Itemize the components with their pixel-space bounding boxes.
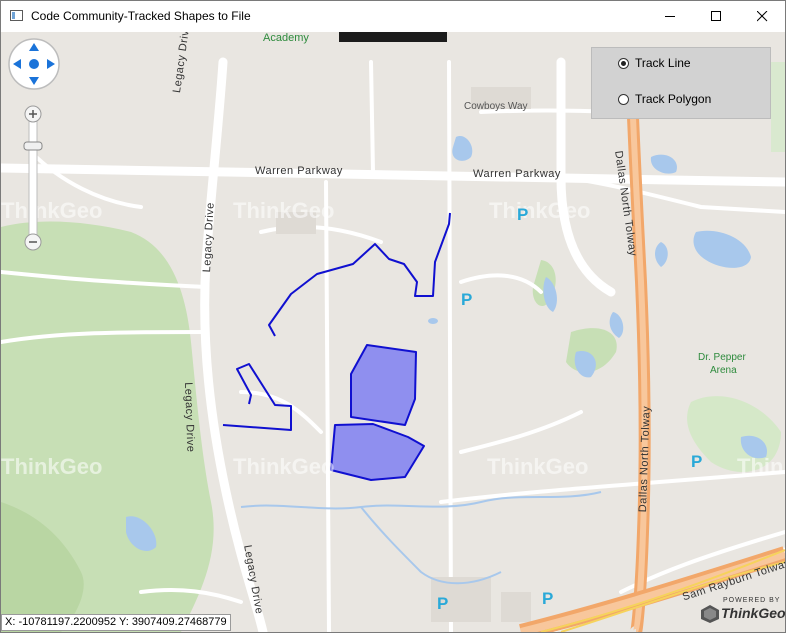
watermark: ThinkGeo [233, 454, 335, 479]
minimize-button[interactable] [647, 1, 693, 31]
coordinates-readout: X: -10781197.2200952 Y: 3907409.27468779 [1, 614, 231, 631]
maximize-button[interactable] [693, 1, 739, 31]
road-label: Cowboys Way [464, 101, 528, 112]
place-label: Dr. Pepper [698, 352, 746, 363]
road-label: Legacy Drive [182, 382, 197, 453]
map-view[interactable]: ThinkGeo ThinkGeo ThinkGeo ThinkGeo Thin… [1, 32, 785, 632]
powered-by-text: POWERED BY [723, 597, 781, 604]
app-icon [10, 10, 23, 21]
watermark: ThinkGeo [489, 198, 591, 223]
place-label: Academy [263, 32, 309, 44]
minimize-icon [665, 16, 675, 17]
tracked-polygons [330, 344, 425, 481]
close-icon [757, 11, 768, 22]
zoom-slider-thumb[interactable] [23, 141, 43, 151]
pan-control[interactable] [7, 37, 61, 91]
track-line-label: Track Line [635, 56, 691, 70]
brand-text: ThinkGeo [721, 605, 785, 621]
radio-unchecked-icon[interactable] [618, 93, 629, 105]
zoom-control[interactable] [21, 104, 45, 256]
map-base-layer [1, 57, 785, 632]
window-title: Code Community-Tracked Shapes to File [31, 9, 251, 23]
thinkgeo-logo-icon [701, 605, 719, 623]
road-label: Warren Parkway [255, 165, 343, 177]
watermark: ThinkGeo [1, 454, 103, 479]
thinkgeo-logo: POWERED BY ThinkGeo [701, 597, 785, 627]
maximize-icon [711, 11, 721, 21]
close-button[interactable] [739, 1, 785, 31]
road-label: Warren Parkway [473, 168, 561, 180]
radio-checked-icon[interactable] [618, 57, 629, 69]
pan-center-icon[interactable] [29, 59, 39, 69]
track-polygon-label: Track Polygon [635, 92, 712, 106]
parking-icon: P [691, 452, 703, 471]
watermark: ThinkGeo [487, 454, 589, 479]
watermark: ThinkGeo [737, 454, 785, 479]
parking-icon: P [542, 589, 554, 608]
parking-icon: P [517, 205, 529, 224]
place-label: Arena [710, 365, 737, 376]
watermark: ThinkGeo [233, 198, 335, 223]
map-top-handle[interactable] [339, 32, 447, 42]
track-mode-panel: Track Line Track Polygon [591, 47, 771, 119]
app-window: Code Community-Tracked Shapes to File Th… [0, 0, 786, 633]
parking-icon: P [461, 290, 473, 309]
watermark: ThinkGeo [1, 198, 103, 223]
track-polygon-radio[interactable]: Track Polygon [618, 91, 711, 107]
track-line-radio[interactable]: Track Line [618, 55, 691, 71]
parking-icon: P [437, 594, 449, 613]
title-bar: Code Community-Tracked Shapes to File [1, 1, 785, 32]
